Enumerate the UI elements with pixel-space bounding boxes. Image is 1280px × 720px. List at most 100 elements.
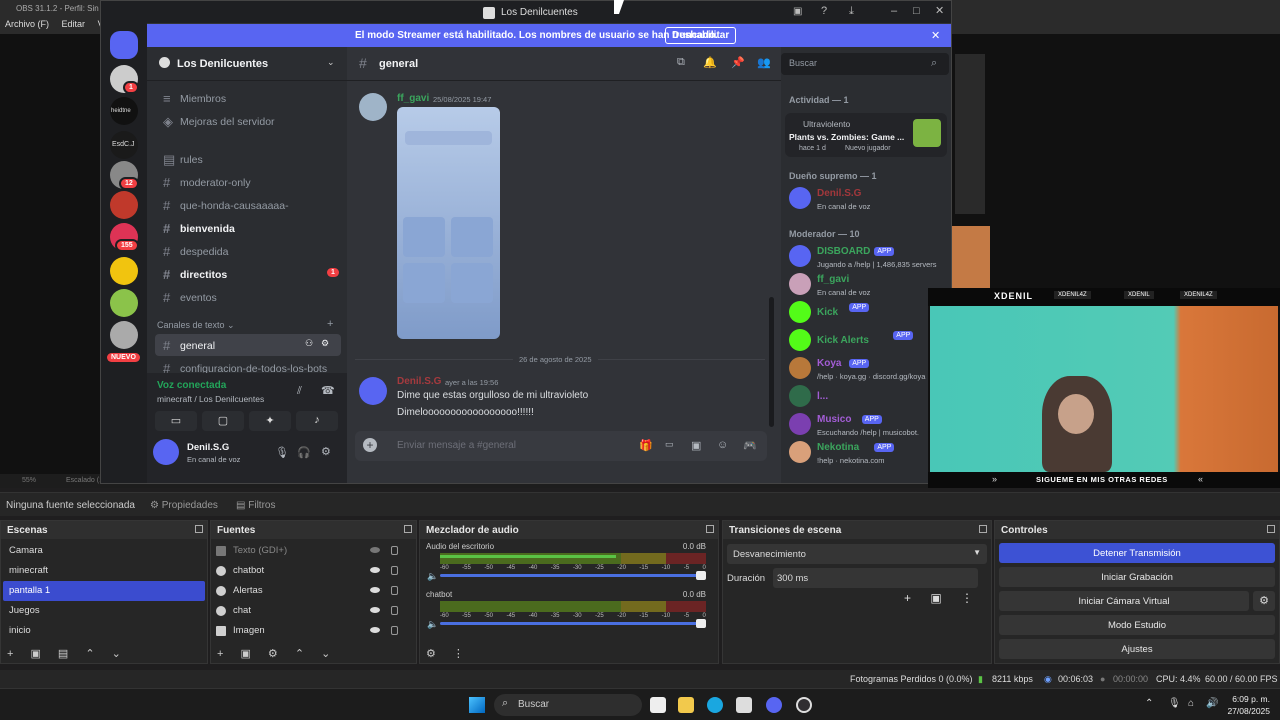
message-author[interactable]: Denil.S.G: [397, 376, 441, 387]
source-tools[interactable]: + ▣ ⚙ ⌃ ⌄: [217, 647, 337, 660]
stop-stream-button[interactable]: Detener Transmisión: [999, 543, 1275, 563]
duration-input[interactable]: 300 ms: [773, 568, 978, 588]
source-item[interactable]: Imagen: [211, 621, 416, 641]
activity-icon[interactable]: ✦: [249, 411, 291, 431]
undock-icon[interactable]: [195, 525, 203, 533]
image-attachment[interactable]: [397, 107, 500, 339]
channel-item-selected[interactable]: # general ⚇ ⚙: [155, 334, 341, 356]
transition-select[interactable]: Desvanecimiento ▼: [727, 544, 987, 564]
channel-rules[interactable]: ▤ rules: [155, 148, 341, 170]
apps-icon[interactable]: 🎮: [743, 439, 757, 452]
screen-share-icon[interactable]: ▢: [202, 411, 244, 431]
member-item[interactable]: Denil.S.G En canal de voz: [787, 185, 951, 215]
clock-time[interactable]: 6:09 p. m.: [1222, 694, 1270, 704]
eye-icon[interactable]: [370, 587, 380, 593]
channel-item[interactable]: # que-honda-causaaaaa-: [155, 194, 341, 216]
discord-home-icon[interactable]: [110, 31, 138, 59]
add-channel-icon[interactable]: +: [327, 318, 333, 330]
source-item[interactable]: Texto (GDI+): [211, 541, 416, 561]
store-icon[interactable]: [736, 697, 752, 713]
gif-icon[interactable]: ▭: [665, 439, 674, 450]
task-view-icon[interactable]: [650, 697, 666, 713]
network-icon[interactable]: ⌂: [1188, 698, 1194, 709]
clock-date[interactable]: 27/08/2025: [1222, 706, 1270, 716]
discord-icon[interactable]: [766, 697, 782, 713]
search-input[interactable]: Buscar: [781, 53, 949, 75]
scene-item[interactable]: minecraft: [3, 561, 205, 581]
sticker-icon[interactable]: ▣: [691, 439, 701, 452]
undock-icon[interactable]: [706, 525, 714, 533]
scene-item[interactable]: inicio: [3, 621, 205, 641]
filters-button[interactable]: ▤ Filtros: [236, 500, 275, 511]
headphones-icon[interactable]: 🎧: [297, 446, 311, 459]
obs-icon[interactable]: [796, 697, 812, 713]
close-icon[interactable]: ✕: [931, 29, 940, 42]
server-icon[interactable]: [110, 191, 138, 219]
lock-icon[interactable]: [391, 546, 398, 555]
members-icon[interactable]: 👥: [757, 56, 771, 69]
mic-icon[interactable]: 🎙: [275, 446, 289, 459]
add-attachment-icon[interactable]: +: [363, 438, 377, 452]
author-avatar[interactable]: [359, 93, 387, 121]
source-item[interactable]: Alertas: [211, 581, 416, 601]
eye-off-icon[interactable]: [370, 547, 380, 553]
volume-slider[interactable]: [440, 571, 706, 580]
message-input[interactable]: Enviar mensaje a #general: [397, 440, 516, 451]
boost-link[interactable]: ◈ Mejoras del servidor: [155, 110, 341, 132]
pin-icon[interactable]: 📌: [731, 56, 745, 69]
mixer-tools[interactable]: ⚙ ⋮: [426, 647, 471, 660]
server-icon[interactable]: heidtne: [110, 97, 138, 125]
undock-icon[interactable]: [979, 525, 987, 533]
edge-icon[interactable]: [707, 697, 723, 713]
eye-icon[interactable]: [370, 567, 380, 573]
scene-item-selected[interactable]: pantalla 1: [3, 581, 205, 601]
minimize-icon[interactable]: –: [891, 5, 897, 17]
studio-mode-button[interactable]: Modo Estudio: [999, 615, 1275, 635]
message-author[interactable]: ff_gavi: [397, 93, 429, 104]
author-avatar[interactable]: [359, 377, 387, 405]
channel-item[interactable]: # despedida: [155, 240, 341, 262]
gift-icon[interactable]: 🎁: [639, 439, 653, 452]
scene-tools[interactable]: + ▣ ▤ ⌃ ⌄: [7, 647, 128, 660]
members-link[interactable]: ≡ Miembros: [155, 87, 341, 109]
channel-item[interactable]: # moderator-only: [155, 171, 341, 193]
speaker-icon[interactable]: 🔈: [427, 619, 438, 630]
lock-icon[interactable]: [391, 626, 398, 635]
inbox-icon[interactable]: ▣: [793, 6, 802, 17]
scrollbar[interactable]: [769, 297, 774, 427]
disconnect-icon[interactable]: ☎: [321, 384, 335, 397]
server-icon[interactable]: [110, 289, 138, 317]
volume-icon[interactable]: 🔊: [1206, 698, 1218, 709]
settings-button[interactable]: Ajustes: [999, 639, 1275, 659]
bell-icon[interactable]: 🔔: [703, 56, 717, 69]
lock-icon[interactable]: [391, 566, 398, 575]
threads-icon[interactable]: ⧉: [677, 56, 685, 69]
undock-icon[interactable]: [1267, 525, 1275, 533]
eye-icon[interactable]: [370, 627, 380, 633]
camera-icon[interactable]: ▭: [155, 411, 197, 431]
transition-tools[interactable]: + ▣ ⋮: [904, 591, 981, 605]
server-header[interactable]: Los Denilcuentes ⌄: [147, 47, 347, 81]
eye-icon[interactable]: [370, 607, 380, 613]
help-icon[interactable]: ?: [821, 5, 827, 17]
server-icon[interactable]: EsdC.J: [110, 131, 138, 159]
lock-icon[interactable]: [391, 606, 398, 615]
channel-item[interactable]: # directitos 1: [155, 263, 341, 285]
noise-icon[interactable]: ⫽: [297, 385, 302, 398]
menu-editar[interactable]: Editar: [57, 16, 91, 32]
volume-slider[interactable]: [440, 619, 706, 628]
gear-icon[interactable]: ⚙: [321, 338, 329, 349]
channel-item[interactable]: # bienvenida: [155, 217, 341, 239]
maximize-icon[interactable]: □: [913, 5, 920, 17]
source-item[interactable]: chat: [211, 601, 416, 621]
speaker-icon[interactable]: 🔈: [427, 571, 438, 582]
soundboard-icon[interactable]: ♪: [296, 411, 338, 431]
server-icon[interactable]: [110, 257, 138, 285]
undock-icon[interactable]: [404, 525, 412, 533]
server-icon[interactable]: [110, 321, 138, 349]
close-icon[interactable]: ✕: [935, 4, 944, 17]
category-header[interactable]: Canales de texto ⌄: [157, 320, 235, 331]
scene-item[interactable]: Juegos: [3, 601, 205, 621]
chevron-up-icon[interactable]: ⌃: [1145, 698, 1153, 709]
virtual-camera-button[interactable]: Iniciar Cámara Virtual: [999, 591, 1249, 611]
